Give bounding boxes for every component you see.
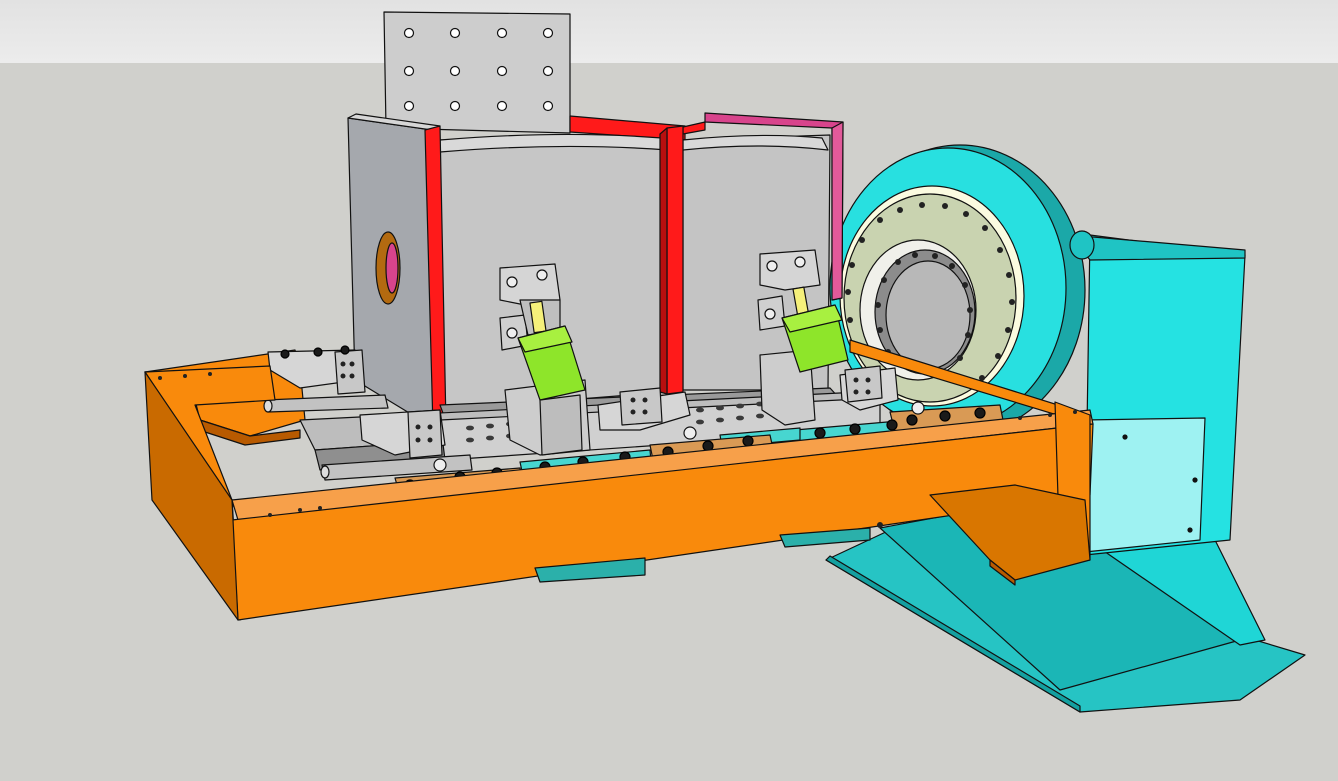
fixture-model[interactable] <box>0 0 1338 781</box>
mounting-plate <box>383 11 571 134</box>
3d-viewport[interactable] <box>0 0 1338 781</box>
access-panel <box>1084 417 1206 553</box>
